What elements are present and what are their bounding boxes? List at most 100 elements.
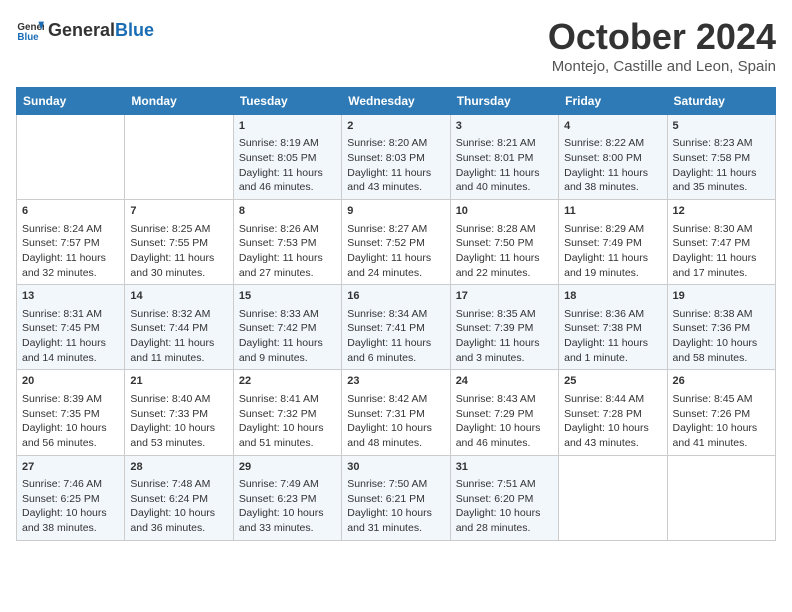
calendar-day-cell: 23Sunrise: 8:42 AM Sunset: 7:31 PM Dayli…: [342, 370, 450, 455]
day-info: Sunrise: 8:36 AM Sunset: 7:38 PM Dayligh…: [564, 307, 661, 366]
day-number: 5: [673, 119, 770, 134]
day-number: 3: [456, 119, 553, 134]
day-info: Sunrise: 8:19 AM Sunset: 8:05 PM Dayligh…: [239, 136, 336, 195]
calendar-day-header: Monday: [125, 88, 233, 115]
calendar-day-cell: 2 Sunrise: 8:20 AM Sunset: 8:03 PM Daylig…: [342, 115, 450, 200]
day-number: 17: [456, 289, 553, 304]
calendar-day-cell: 30 Sunrise: 7:50 AM Sunset: 6:21 PM Dayli…: [342, 455, 450, 540]
calendar-day-cell: [559, 455, 667, 540]
page-header: General Blue General Blue October 2024 Mo…: [16, 16, 776, 75]
svg-text:Blue: Blue: [17, 32, 39, 43]
calendar-week-row: 20 Sunrise: 8:39 AM Sunset: 7:35 PM Dayli…: [17, 370, 776, 455]
day-number: 29: [239, 460, 336, 475]
calendar-week-row: 27 Sunrise: 7:46 AM Sunset: 6:25 PM Dayli…: [17, 455, 776, 540]
calendar-day-cell: 25 Sunrise: 8:44 AM Sunset: 7:28 PM Dayli…: [559, 370, 667, 455]
calendar-day-cell: 6 Sunrise: 8:24 AM Sunset: 7:57 PM Daylig…: [17, 200, 125, 285]
calendar-day-cell: 22 Sunrise: 8:41 AM Sunset: 7:32 PM Dayli…: [233, 370, 341, 455]
calendar-day-cell: 28Sunrise: 7:48 AM Sunset: 6:24 PM Dayli…: [125, 455, 233, 540]
calendar-day-cell: 26 Sunrise: 8:45 AM Sunset: 7:26 PM Dayli…: [667, 370, 775, 455]
day-info: Sunrise: 8:33 AM Sunset: 7:42 PM Dayligh…: [239, 307, 336, 366]
day-number: 30: [347, 460, 444, 475]
day-info: Sunrise: 8:31 AM Sunset: 7:45 PM Dayligh…: [22, 307, 119, 366]
calendar-day-header: Sunday: [17, 88, 125, 115]
logo: General Blue General Blue: [16, 16, 154, 44]
day-info: Sunrise: 8:23 AM Sunset: 7:58 PM Dayligh…: [673, 136, 770, 195]
day-info: Sunrise: 8:22 AM Sunset: 8:00 PM Dayligh…: [564, 136, 661, 195]
day-number: 20: [22, 374, 119, 389]
day-number: 9: [347, 204, 444, 219]
day-number: 7: [130, 204, 227, 219]
calendar-week-row: 13 Sunrise: 8:31 AM Sunset: 7:45 PM Dayli…: [17, 285, 776, 370]
day-number: 26: [673, 374, 770, 389]
location: Montejo, Castille and Leon, Spain: [548, 58, 776, 75]
day-info: Sunrise: 8:35 AM Sunset: 7:39 PM Dayligh…: [456, 307, 553, 366]
day-number: 13: [22, 289, 119, 304]
day-number: 19: [673, 289, 770, 304]
day-number: 11: [564, 204, 661, 219]
day-info: Sunrise: 7:49 AM Sunset: 6:23 PM Dayligh…: [239, 477, 336, 536]
calendar-day-cell: 11Sunrise: 8:29 AM Sunset: 7:49 PM Dayli…: [559, 200, 667, 285]
day-info: Sunrise: 8:24 AM Sunset: 7:57 PM Dayligh…: [22, 222, 119, 281]
day-info: Sunrise: 8:30 AM Sunset: 7:47 PM Dayligh…: [673, 222, 770, 281]
calendar-day-cell: 8Sunrise: 8:26 AM Sunset: 7:53 PM Daylig…: [233, 200, 341, 285]
calendar-day-cell: 5 Sunrise: 8:23 AM Sunset: 7:58 PM Daylig…: [667, 115, 775, 200]
day-number: 6: [22, 204, 119, 219]
day-number: 14: [130, 289, 227, 304]
day-number: 28: [130, 460, 227, 475]
calendar-day-cell: 10Sunrise: 8:28 AM Sunset: 7:50 PM Dayli…: [450, 200, 558, 285]
day-info: Sunrise: 8:26 AM Sunset: 7:53 PM Dayligh…: [239, 222, 336, 281]
logo-icon: General Blue: [16, 16, 44, 44]
day-number: 22: [239, 374, 336, 389]
day-number: 4: [564, 119, 661, 134]
calendar-day-cell: 24 Sunrise: 8:43 AM Sunset: 7:29 PM Dayli…: [450, 370, 558, 455]
day-info: Sunrise: 8:39 AM Sunset: 7:35 PM Dayligh…: [22, 392, 119, 451]
calendar-day-cell: 1 Sunrise: 8:19 AM Sunset: 8:05 PM Daylig…: [233, 115, 341, 200]
day-info: Sunrise: 8:43 AM Sunset: 7:29 PM Dayligh…: [456, 392, 553, 451]
calendar-day-cell: 12Sunrise: 8:30 AM Sunset: 7:47 PM Dayli…: [667, 200, 775, 285]
day-number: 18: [564, 289, 661, 304]
day-number: 15: [239, 289, 336, 304]
day-number: 1: [239, 119, 336, 134]
day-number: 23: [347, 374, 444, 389]
calendar-day-cell: 31 Sunrise: 7:51 AM Sunset: 6:20 PM Dayli…: [450, 455, 558, 540]
calendar-day-cell: 9 Sunrise: 8:27 AM Sunset: 7:52 PM Daylig…: [342, 200, 450, 285]
day-info: Sunrise: 8:20 AM Sunset: 8:03 PM Dayligh…: [347, 136, 444, 195]
day-number: 24: [456, 374, 553, 389]
day-number: 2: [347, 119, 444, 134]
day-info: Sunrise: 7:50 AM Sunset: 6:21 PM Dayligh…: [347, 477, 444, 536]
day-number: 16: [347, 289, 444, 304]
day-number: 21: [130, 374, 227, 389]
day-info: Sunrise: 8:45 AM Sunset: 7:26 PM Dayligh…: [673, 392, 770, 451]
calendar-day-cell: 3 Sunrise: 8:21 AM Sunset: 8:01 PM Daylig…: [450, 115, 558, 200]
calendar-header-row: SundayMondayTuesdayWednesdayThursdayFrid…: [17, 88, 776, 115]
calendar-week-row: 6 Sunrise: 8:24 AM Sunset: 7:57 PM Daylig…: [17, 200, 776, 285]
day-info: Sunrise: 8:40 AM Sunset: 7:33 PM Dayligh…: [130, 392, 227, 451]
calendar-day-cell: 15 Sunrise: 8:33 AM Sunset: 7:42 PM Dayli…: [233, 285, 341, 370]
calendar-table: SundayMondayTuesdayWednesdayThursdayFrid…: [16, 87, 776, 541]
calendar-day-cell: 14 Sunrise: 8:32 AM Sunset: 7:44 PM Dayli…: [125, 285, 233, 370]
day-info: Sunrise: 8:27 AM Sunset: 7:52 PM Dayligh…: [347, 222, 444, 281]
calendar-day-cell: 18 Sunrise: 8:36 AM Sunset: 7:38 PM Dayli…: [559, 285, 667, 370]
day-number: 25: [564, 374, 661, 389]
calendar-day-cell: 7Sunrise: 8:25 AM Sunset: 7:55 PM Daylig…: [125, 200, 233, 285]
calendar-day-header: Friday: [559, 88, 667, 115]
day-info: Sunrise: 7:46 AM Sunset: 6:25 PM Dayligh…: [22, 477, 119, 536]
calendar-day-cell: [667, 455, 775, 540]
calendar-day-cell: 29 Sunrise: 7:49 AM Sunset: 6:23 PM Dayli…: [233, 455, 341, 540]
calendar-week-row: 1 Sunrise: 8:19 AM Sunset: 8:05 PM Daylig…: [17, 115, 776, 200]
day-info: Sunrise: 8:32 AM Sunset: 7:44 PM Dayligh…: [130, 307, 227, 366]
day-info: Sunrise: 8:21 AM Sunset: 8:01 PM Dayligh…: [456, 136, 553, 195]
calendar-day-cell: [125, 115, 233, 200]
day-info: Sunrise: 7:51 AM Sunset: 6:20 PM Dayligh…: [456, 477, 553, 536]
calendar-day-cell: 13 Sunrise: 8:31 AM Sunset: 7:45 PM Dayli…: [17, 285, 125, 370]
calendar-day-cell: 17 Sunrise: 8:35 AM Sunset: 7:39 PM Dayli…: [450, 285, 558, 370]
calendar-day-cell: 20 Sunrise: 8:39 AM Sunset: 7:35 PM Dayli…: [17, 370, 125, 455]
day-info: Sunrise: 8:41 AM Sunset: 7:32 PM Dayligh…: [239, 392, 336, 451]
calendar-day-cell: 21 Sunrise: 8:40 AM Sunset: 7:33 PM Dayli…: [125, 370, 233, 455]
title-block: October 2024 Montejo, Castille and Leon,…: [548, 16, 776, 75]
day-info: Sunrise: 8:44 AM Sunset: 7:28 PM Dayligh…: [564, 392, 661, 451]
day-number: 10: [456, 204, 553, 219]
logo-general: General: [48, 20, 115, 41]
day-number: 31: [456, 460, 553, 475]
day-number: 27: [22, 460, 119, 475]
